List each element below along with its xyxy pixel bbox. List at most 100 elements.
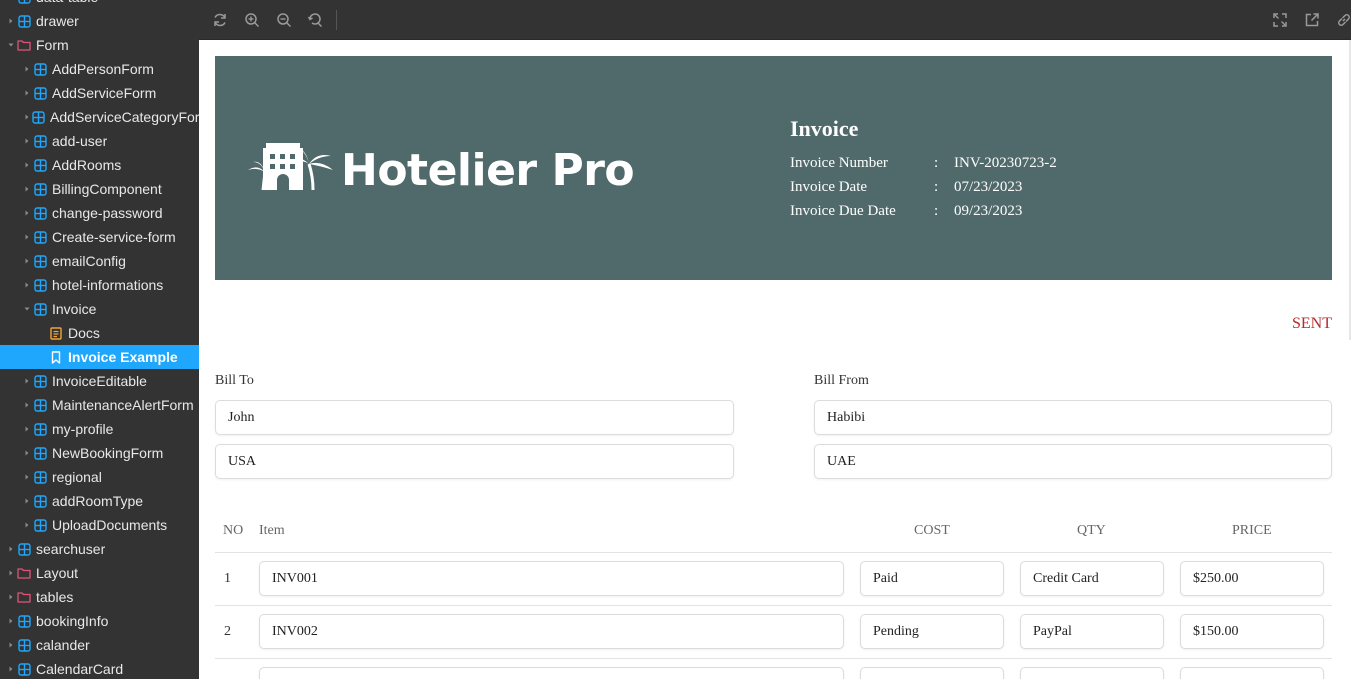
sidebar-item-label: AddPersonForm [52, 61, 154, 77]
sidebar-item-data-table[interactable]: data-table [0, 0, 199, 9]
sidebar-item-newbookingform[interactable]: NewBookingForm [0, 441, 199, 465]
chevron-right-icon [6, 570, 16, 576]
chevron-right-icon [6, 18, 16, 24]
invoice-due-date-label: Invoice Due Date [790, 203, 896, 219]
sidebar-item-label: AddServiceCategoryForm [50, 109, 199, 125]
sidebar-item-change-password[interactable]: change-password [0, 201, 199, 225]
sidebar-item-layout[interactable]: Layout [0, 561, 199, 585]
sidebar-item-drawer[interactable]: drawer [0, 9, 199, 33]
qty-field[interactable] [1020, 667, 1164, 679]
open-new-tab-icon[interactable] [1304, 12, 1320, 28]
invoice-status-badge: SENT [1292, 315, 1332, 332]
toolbar-divider [336, 10, 337, 30]
sidebar-item-add-user[interactable]: add-user [0, 129, 199, 153]
cost-field[interactable] [860, 667, 1004, 679]
price-field[interactable]: $250.00 [1180, 561, 1324, 596]
component-icon [32, 157, 48, 173]
sidebar-item-searchuser[interactable]: searchuser [0, 537, 199, 561]
reset-zoom-icon[interactable] [307, 12, 323, 28]
sidebar-item-calander[interactable]: calander [0, 633, 199, 657]
item-field[interactable]: INV002 [259, 614, 844, 649]
sidebar-explorer: data-table drawer Form AddPersonForm Add… [0, 0, 199, 679]
cost-field[interactable]: Paid [860, 561, 1004, 596]
table-divider [215, 658, 1332, 659]
column-header-qty: QTY [1077, 523, 1106, 538]
separator: : [934, 179, 939, 195]
sidebar-item-tables[interactable]: tables [0, 585, 199, 609]
bill-to-label: Bill To [215, 373, 254, 388]
sidebar-item-addrooms[interactable]: AddRooms [0, 153, 199, 177]
component-icon [16, 13, 32, 29]
chevron-right-icon [22, 186, 32, 192]
chevron-right-icon [6, 546, 16, 552]
chevron-right-icon [6, 594, 16, 600]
chevron-right-icon [22, 498, 32, 504]
chevron-right-icon [22, 258, 32, 264]
sidebar-item-addserviceform[interactable]: AddServiceForm [0, 81, 199, 105]
bill-from-country-field[interactable]: UAE [814, 444, 1332, 479]
sidebar-item-my-profile[interactable]: my-profile [0, 417, 199, 441]
component-icon [32, 469, 48, 485]
zoom-out-icon[interactable] [276, 12, 292, 28]
sidebar-item-calendarcard[interactable]: CalendarCard [0, 657, 199, 679]
component-icon [32, 277, 48, 293]
sidebar-item-invoice-example[interactable]: Invoice Example [0, 345, 199, 369]
chevron-right-icon [6, 642, 16, 648]
invoice-title: Invoice [790, 116, 859, 141]
component-icon [32, 517, 48, 533]
sidebar-item-maintenancealertform[interactable]: MaintenanceAlertForm [0, 393, 199, 417]
invoice-date-value: 07/23/2023 [954, 179, 1023, 195]
invoice-number-label: Invoice Number [790, 155, 888, 171]
sidebar-item-addservicecategoryform[interactable]: AddServiceCategoryForm [0, 105, 199, 129]
sidebar-item-regional[interactable]: regional [0, 465, 199, 489]
chevron-right-icon [6, 666, 16, 672]
component-icon [32, 85, 48, 101]
cost-field[interactable]: Pending [860, 614, 1004, 649]
reload-icon[interactable] [212, 12, 228, 28]
sidebar-item-label: regional [52, 469, 102, 485]
item-field[interactable] [259, 667, 844, 679]
sidebar-item-addroomtype[interactable]: addRoomType [0, 489, 199, 513]
component-icon [32, 133, 48, 149]
sidebar-item-billingcomponent[interactable]: BillingComponent [0, 177, 199, 201]
sidebar-item-label: MaintenanceAlertForm [52, 397, 194, 413]
sidebar-item-invoiceeditable[interactable]: InvoiceEditable [0, 369, 199, 393]
component-icon [32, 445, 48, 461]
sidebar-item-emailconfig[interactable]: emailConfig [0, 249, 199, 273]
chevron-right-icon [22, 90, 32, 96]
qty-field[interactable]: Credit Card [1020, 561, 1164, 596]
item-field[interactable]: INV001 [259, 561, 844, 596]
sidebar-item-form[interactable]: Form [0, 33, 199, 57]
sidebar-item-invoice[interactable]: Invoice [0, 297, 199, 321]
chevron-right-icon [22, 162, 32, 168]
column-header-price: PRICE [1232, 523, 1272, 538]
zoom-in-icon[interactable] [244, 12, 260, 28]
sidebar-item-create-service-form[interactable]: Create-service-form [0, 225, 199, 249]
row-number: 1 [224, 571, 231, 586]
qty-field[interactable]: PayPal [1020, 614, 1164, 649]
price-field[interactable] [1180, 667, 1324, 679]
sidebar-item-hotel-informations[interactable]: hotel-informations [0, 273, 199, 297]
sidebar-item-uploaddocuments[interactable]: UploadDocuments [0, 513, 199, 537]
chevron-right-icon [22, 234, 32, 240]
sidebar-item-addpersonform[interactable]: AddPersonForm [0, 57, 199, 81]
chevron-right-icon [22, 450, 32, 456]
bill-to-country-field[interactable]: USA [215, 444, 734, 479]
column-header-no: NO [223, 523, 244, 538]
sidebar-item-bookinginfo[interactable]: bookingInfo [0, 609, 199, 633]
bill-from-name-field[interactable]: Habibi [814, 400, 1332, 435]
preview-toolbar [199, 0, 1351, 40]
chevron-right-icon [22, 474, 32, 480]
copy-link-icon[interactable] [1336, 12, 1351, 28]
sidebar-item-docs[interactable]: Docs [0, 321, 199, 345]
price-field[interactable]: $150.00 [1180, 614, 1324, 649]
fullscreen-icon[interactable] [1272, 12, 1288, 28]
sidebar-item-label: drawer [36, 13, 79, 29]
component-icon [32, 421, 48, 437]
component-icon [32, 253, 48, 269]
sidebar-item-label: add-user [52, 133, 108, 149]
component-icon [32, 205, 48, 221]
separator: : [934, 203, 939, 219]
brand-logo: Hotelier Pro [247, 142, 635, 199]
bill-to-name-field[interactable]: John [215, 400, 734, 435]
